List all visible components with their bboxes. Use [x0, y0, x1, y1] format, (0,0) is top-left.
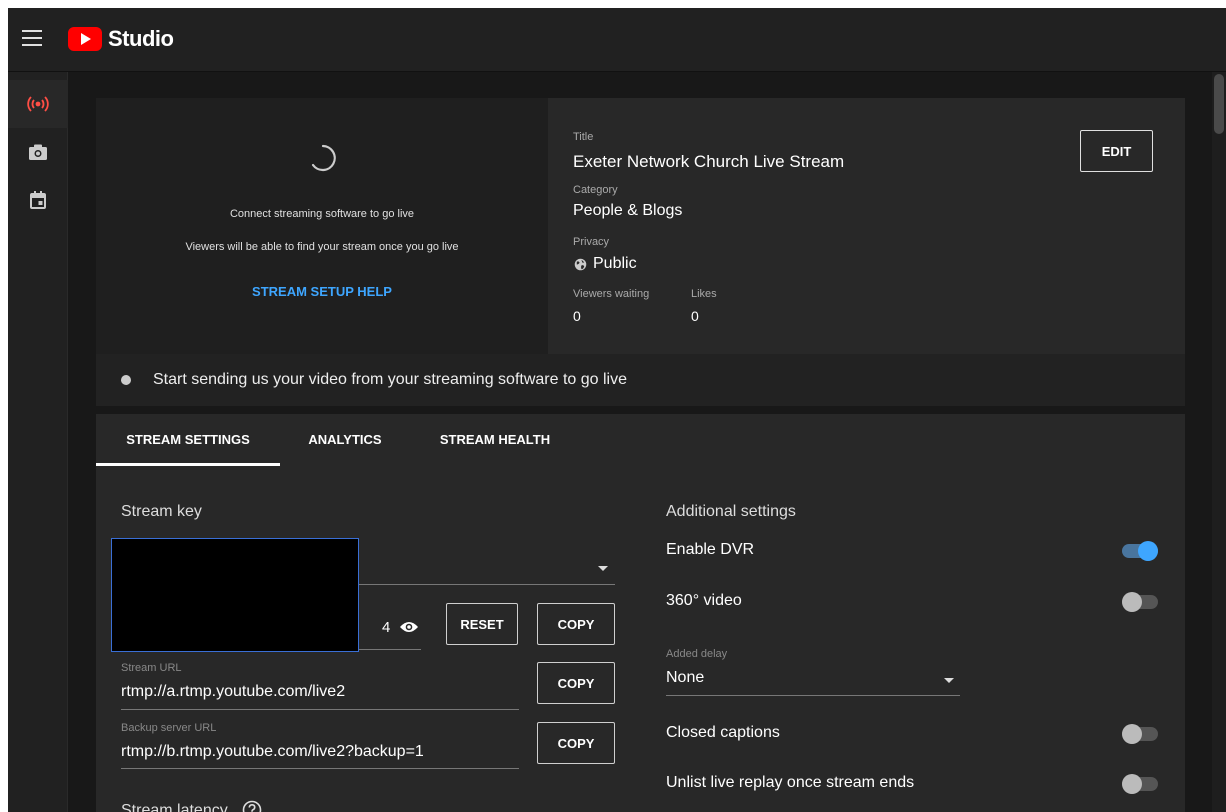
stream-preview: Connect streaming software to go live Vi… — [96, 98, 548, 354]
tab-stream-settings[interactable]: STREAM SETTINGS — [96, 414, 280, 466]
stream-key-title: Stream key — [121, 503, 202, 520]
additional-settings-title: Additional settings — [666, 503, 796, 520]
added-delay-value[interactable]: None — [666, 669, 704, 687]
logo-text: Studio — [108, 26, 174, 51]
stream-setup-help-link[interactable]: STREAM SETUP HELP — [96, 284, 548, 299]
youtube-logo-icon — [68, 27, 102, 51]
added-delay-label: Added delay — [666, 648, 728, 660]
help-icon[interactable] — [242, 800, 262, 812]
stream-key-suffix: 4 — [382, 619, 391, 636]
top-bar: Studio — [8, 8, 1226, 72]
status-text: Start sending us your video from your st… — [153, 371, 627, 388]
menu-icon[interactable] — [22, 30, 42, 48]
viewers-waiting-label: Viewers waiting — [573, 288, 650, 300]
added-delay-underline — [666, 695, 960, 696]
video-360-toggle[interactable] — [1122, 592, 1158, 612]
redacted-stream-key — [111, 538, 359, 652]
enable-dvr-label: Enable DVR — [666, 541, 755, 558]
rail-item-stream[interactable] — [8, 80, 68, 128]
privacy-value: Public — [593, 255, 637, 272]
settings-tabs: STREAM SETTINGS ANALYTICS STREAM HEALTH — [96, 414, 1185, 466]
closed-captions-toggle[interactable] — [1122, 724, 1158, 744]
title-label: Title — [573, 131, 594, 143]
status-dot-icon — [121, 375, 131, 385]
closed-captions-label: Closed captions — [666, 724, 780, 741]
unlist-replay-toggle[interactable] — [1122, 774, 1158, 794]
added-delay-dropdown-icon[interactable] — [944, 678, 954, 683]
backup-url-label: Backup server URL — [121, 722, 217, 734]
preview-connect-text: Connect streaming software to go live — [229, 208, 415, 220]
unlist-replay-label: Unlist live replay once stream ends — [666, 774, 915, 791]
rail-item-webcam[interactable] — [8, 128, 68, 176]
scroll-thumb[interactable] — [1214, 74, 1224, 134]
video-360-label: 360° video — [666, 592, 742, 609]
camera-icon — [29, 144, 47, 160]
likes-value: 0 — [691, 308, 699, 324]
scrollbar[interactable] — [1212, 72, 1226, 812]
studio-logo[interactable]: Studio — [68, 24, 174, 54]
loading-spinner-icon — [311, 144, 336, 172]
preview-viewers-text: Viewers will be able to find your stream… — [185, 241, 459, 253]
tab-stream-health[interactable]: STREAM HEALTH — [420, 414, 570, 466]
enable-dvr-toggle[interactable] — [1122, 541, 1158, 561]
eye-icon[interactable] — [399, 620, 419, 634]
viewers-waiting-value: 0 — [573, 308, 581, 324]
copy-url-button[interactable]: COPY — [537, 662, 615, 704]
reset-key-button[interactable]: RESET — [446, 603, 518, 645]
title-value: Exeter Network Church Live Stream — [573, 152, 845, 171]
copy-backup-url-button[interactable]: COPY — [537, 722, 615, 764]
globe-icon — [574, 258, 587, 271]
rail-item-manage[interactable] — [8, 176, 68, 224]
stream-url-label: Stream URL — [121, 662, 182, 674]
studio-app: Studio Connect streaming software to go … — [8, 8, 1226, 812]
category-value: People & Blogs — [573, 202, 683, 219]
category-label: Category — [573, 184, 618, 196]
live-status-bar: Start sending us your video from your st… — [96, 354, 1185, 406]
backup-url-underline — [121, 768, 519, 769]
stream-url-value[interactable]: rtmp://a.rtmp.youtube.com/live2 — [121, 683, 345, 701]
left-rail — [8, 72, 68, 812]
copy-key-button[interactable]: COPY — [537, 603, 615, 645]
active-tab-indicator — [96, 463, 280, 466]
calendar-icon — [30, 191, 46, 209]
stream-url-underline — [121, 709, 519, 710]
live-broadcast-icon — [27, 96, 49, 112]
stream-info-panel: Title Exeter Network Church Live Stream … — [548, 98, 1185, 354]
privacy-label: Privacy — [573, 236, 610, 248]
backup-url-value[interactable]: rtmp://b.rtmp.youtube.com/live2?backup=1 — [121, 743, 424, 761]
stream-latency-title: Stream latency — [121, 802, 228, 812]
stream-key-dropdown-icon[interactable] — [598, 566, 608, 571]
tab-analytics[interactable]: ANALYTICS — [292, 414, 398, 466]
likes-label: Likes — [691, 288, 717, 300]
edit-button[interactable]: EDIT — [1080, 130, 1153, 172]
